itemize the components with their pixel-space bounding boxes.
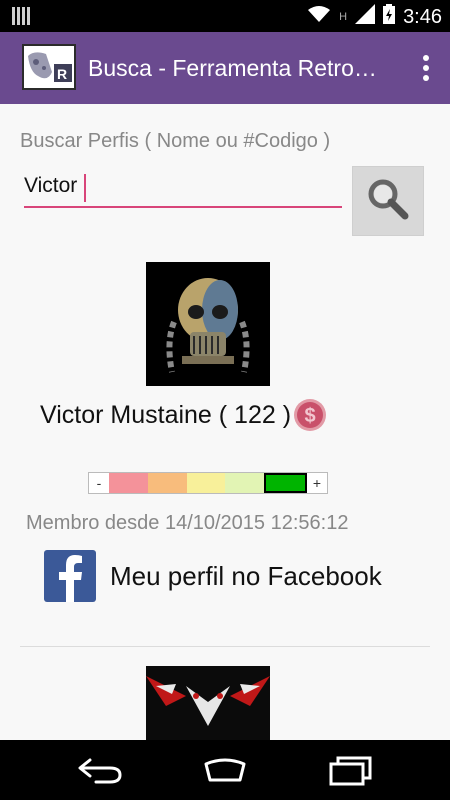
text-caret	[84, 174, 86, 202]
member-since: Membro desde 14/10/2015 12:56:12	[26, 512, 349, 534]
clock: 3:46	[403, 5, 442, 28]
rating-segment[interactable]	[186, 473, 226, 493]
profile-name: Victor Mustaine ( 122 )	[40, 400, 292, 429]
rating-segment[interactable]	[147, 473, 187, 493]
rating-plus-button[interactable]: +	[306, 473, 327, 493]
avatar[interactable]	[146, 666, 270, 740]
svg-text:R: R	[57, 66, 67, 82]
profile-card[interactable]: Victor Mustaine ( 122 ) $ - + Membro des…	[0, 262, 450, 642]
wifi-icon	[307, 5, 331, 28]
search-input[interactable]	[24, 166, 342, 208]
home-icon[interactable]	[200, 754, 250, 786]
page-title: Busca - Ferramenta Retro…	[88, 55, 377, 81]
facebook-icon	[44, 550, 96, 602]
retro-controller-icon[interactable]: R	[22, 44, 76, 90]
svg-text:$: $	[304, 405, 315, 427]
divider	[20, 646, 430, 647]
search-label: Buscar Perfis ( Nome ou #Codigo )	[20, 130, 331, 152]
rating-bar: - +	[88, 472, 328, 494]
data-icon: H	[339, 10, 348, 23]
battery-icon	[383, 4, 396, 29]
sim-icon	[12, 7, 30, 30]
status-bar: H 3:46	[0, 0, 450, 32]
search-button[interactable]	[352, 166, 424, 236]
signal-icon	[355, 4, 376, 29]
facebook-link[interactable]: Meu perfil no Facebook	[44, 550, 382, 602]
rating-segment-selected[interactable]	[264, 473, 307, 493]
avatar	[146, 262, 270, 386]
app-bar: R Busca - Ferramenta Retro…	[0, 32, 450, 104]
recents-icon[interactable]	[326, 754, 376, 786]
facebook-link-label[interactable]: Meu perfil no Facebook	[110, 561, 382, 592]
back-icon[interactable]	[76, 754, 126, 786]
rating-segment[interactable]	[225, 473, 265, 493]
overflow-menu-icon[interactable]	[422, 54, 430, 82]
search-icon	[366, 177, 410, 226]
rating-minus-button[interactable]: -	[89, 473, 109, 493]
rating-segment[interactable]	[109, 473, 148, 493]
money-icon: $	[293, 398, 327, 432]
search-screen: Buscar Perfis ( Nome ou #Codigo ) Victor…	[0, 104, 450, 740]
navigation-bar	[0, 740, 450, 800]
